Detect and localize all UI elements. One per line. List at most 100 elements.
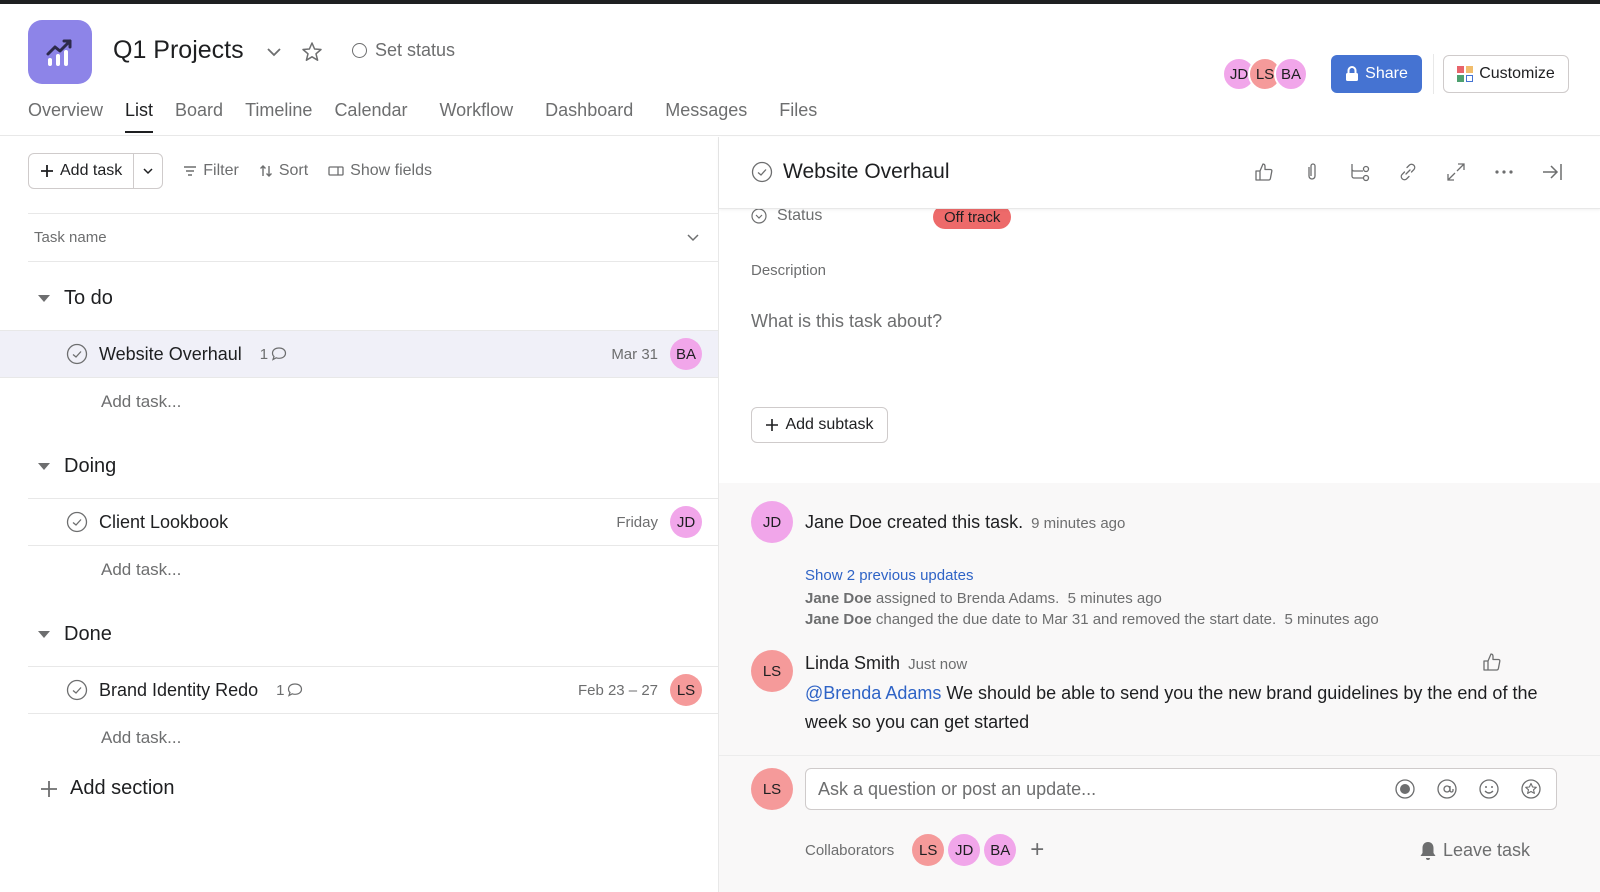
assignee-avatar[interactable]: JD: [670, 506, 702, 538]
filter-label: Filter: [203, 162, 239, 179]
mention-icon[interactable]: [1435, 777, 1459, 801]
check-circle-icon[interactable]: [66, 343, 88, 365]
check-circle-icon[interactable]: [66, 511, 88, 533]
leave-task-button[interactable]: Leave task: [1419, 840, 1530, 861]
add-task-dropdown[interactable]: [134, 154, 162, 188]
task-row[interactable]: Brand Identity Redo 1 Feb 23 – 27 LS: [28, 666, 718, 714]
show-previous-updates-link[interactable]: Show 2 previous updates: [805, 567, 973, 584]
tab-dashboard[interactable]: Dashboard: [545, 100, 633, 133]
check-circle-icon[interactable]: [66, 679, 88, 701]
collapse-triangle-icon[interactable]: [38, 463, 50, 470]
filter-button[interactable]: Filter: [183, 162, 239, 180]
like-icon[interactable]: [1481, 651, 1503, 673]
avatar[interactable]: BA: [1274, 57, 1308, 91]
add-section-button[interactable]: Add section: [40, 777, 175, 800]
due-date[interactable]: Friday: [616, 514, 658, 531]
subtask-icon[interactable]: [1347, 159, 1373, 185]
project-title[interactable]: Q1 Projects: [113, 36, 244, 65]
add-task-inline[interactable]: Add task...: [101, 728, 181, 748]
comment-icon: [288, 683, 303, 697]
task-name[interactable]: Client Lookbook: [99, 512, 228, 533]
project-icon[interactable]: [28, 20, 92, 84]
avatar[interactable]: JD: [751, 501, 793, 543]
mention-link[interactable]: @Brenda Adams: [805, 683, 941, 703]
collapse-triangle-icon[interactable]: [38, 631, 50, 638]
tab-messages[interactable]: Messages: [665, 100, 747, 133]
tab-workflow[interactable]: Workflow: [439, 100, 513, 133]
status-label: Status: [777, 207, 823, 224]
assignee-avatar[interactable]: BA: [670, 338, 702, 370]
project-members[interactable]: JD LS BA: [1222, 57, 1308, 91]
fields-icon: [328, 166, 344, 176]
collaborators-label: Collaborators: [805, 841, 895, 859]
avatar[interactable]: LS: [751, 650, 793, 692]
collapse-triangle-icon[interactable]: [38, 295, 50, 302]
activity-text: Jane Doe created this task. 9 minutes ago: [805, 512, 1125, 533]
avatar[interactable]: BA: [984, 834, 1017, 866]
add-task-button[interactable]: Add task: [29, 154, 135, 188]
like-icon[interactable]: [1251, 159, 1277, 185]
update-actor[interactable]: Jane Doe: [805, 590, 872, 607]
sort-label: Sort: [278, 162, 309, 179]
section-header-done[interactable]: Done: [38, 623, 112, 646]
show-fields-button[interactable]: Show fields: [328, 162, 432, 180]
due-date[interactable]: Feb 23 – 27: [578, 682, 658, 699]
add-collaborator-icon[interactable]: +: [1030, 836, 1044, 864]
chevron-down-icon[interactable]: [264, 42, 284, 62]
leave-task-label: Leave task: [1443, 840, 1531, 860]
show-fields-label: Show fields: [350, 162, 432, 179]
customize-button[interactable]: Customize: [1443, 55, 1569, 93]
tab-overview[interactable]: Overview: [28, 100, 103, 133]
add-task-inline[interactable]: Add task...: [101, 560, 181, 580]
plus-icon: [41, 780, 57, 797]
sort-button[interactable]: Sort: [259, 162, 308, 180]
due-date[interactable]: Mar 31: [611, 346, 658, 363]
chevron-circle-icon: [751, 208, 767, 224]
task-row[interactable]: Website Overhaul 1 Mar 31 BA: [0, 330, 718, 378]
tab-timeline[interactable]: Timeline: [245, 100, 312, 133]
tab-calendar[interactable]: Calendar: [334, 100, 407, 133]
link-icon[interactable]: [1395, 159, 1421, 185]
avatar[interactable]: JD: [948, 834, 981, 866]
star-icon[interactable]: [300, 40, 324, 64]
share-button[interactable]: Share: [1331, 55, 1422, 93]
add-task-inline[interactable]: Add task...: [101, 392, 181, 412]
record-icon[interactable]: [1393, 777, 1417, 801]
task-title[interactable]: Website Overhaul: [783, 160, 950, 184]
tab-list[interactable]: List: [125, 100, 154, 133]
timestamp: 9 minutes ago: [1031, 515, 1126, 532]
expand-icon[interactable]: [1443, 159, 1469, 185]
set-status-button[interactable]: Set status: [352, 40, 455, 61]
comment-count: 1: [276, 682, 303, 699]
avatar[interactable]: LS: [912, 834, 945, 866]
task-row[interactable]: Client Lookbook Friday JD: [28, 498, 718, 546]
column-header: Task name: [28, 213, 718, 262]
attachment-icon[interactable]: [1299, 159, 1325, 185]
update-text: assigned to Brenda Adams.: [875, 590, 1060, 607]
more-options-icon[interactable]: [1491, 159, 1517, 185]
task-actions: [1251, 159, 1565, 185]
author-name[interactable]: Linda Smith: [805, 653, 900, 673]
check-circle-icon[interactable]: [751, 161, 773, 183]
section-header-to-do[interactable]: To do: [38, 287, 113, 310]
tab-board[interactable]: Board: [175, 100, 223, 133]
emoji-icon[interactable]: [1477, 777, 1501, 801]
description-label: Description: [751, 262, 827, 279]
tab-files[interactable]: Files: [779, 100, 817, 133]
star-circle-icon[interactable]: [1519, 777, 1543, 801]
update-item: Jane Doe changed the due date to Mar 31 …: [805, 611, 1379, 628]
sort-icon: [259, 165, 272, 177]
task-name-column[interactable]: Task name: [34, 229, 107, 246]
assignee-avatar[interactable]: LS: [670, 674, 702, 706]
task-name[interactable]: Website Overhaul: [99, 344, 242, 365]
close-pane-icon[interactable]: [1539, 159, 1565, 185]
update-item: Jane Doe assigned to Brenda Adams. 5 min…: [805, 590, 1162, 607]
task-detail-header: Website Overhaul: [719, 137, 1600, 209]
chevron-down-icon[interactable]: [686, 230, 700, 244]
section-header-doing[interactable]: Doing: [38, 455, 116, 478]
timestamp: Just now: [908, 656, 968, 673]
update-actor[interactable]: Jane Doe: [805, 611, 872, 628]
task-name[interactable]: Brand Identity Redo: [99, 680, 258, 701]
add-subtask-button[interactable]: Add subtask: [751, 407, 888, 443]
description-input[interactable]: What is this task about?: [751, 311, 942, 332]
